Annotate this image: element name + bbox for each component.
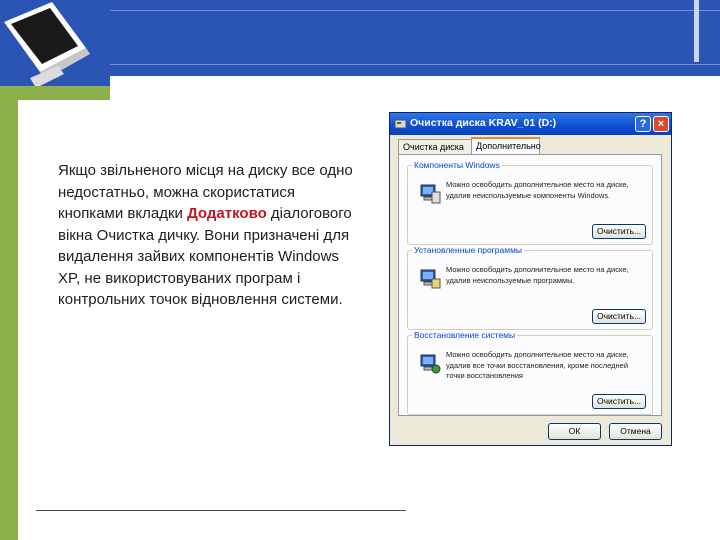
group-title: Компоненты Windows bbox=[412, 160, 502, 170]
dialog-titlebar: Очистка диска KRAV_01 (D:) ? × bbox=[390, 113, 671, 135]
monitor-logo-icon bbox=[0, 0, 110, 100]
tab-more-options[interactable]: Дополнительно bbox=[471, 137, 541, 155]
cleanup-programs-button[interactable]: Очистить... bbox=[592, 309, 646, 324]
help-button[interactable]: ? bbox=[635, 116, 651, 132]
header-rule-top bbox=[110, 10, 720, 11]
dialog-title: Очистка диска KRAV_01 (D:) bbox=[410, 117, 557, 129]
group-installed-programs: Установленные программы Можно освободить… bbox=[407, 245, 653, 330]
slide-body-text: Якщо звільненого місця на диску все одно… bbox=[58, 160, 358, 311]
group-description: Можно освободить дополнительное место на… bbox=[446, 180, 629, 200]
group-windows-components: Компоненты Windows Можно освободить допо… bbox=[407, 160, 653, 245]
left-accent-bar bbox=[0, 100, 18, 540]
disk-cleanup-dialog: Очистка диска KRAV_01 (D:) ? × Очистка д… bbox=[389, 112, 672, 446]
tab-disk-cleanup[interactable]: Очистка диска bbox=[398, 139, 472, 154]
programs-icon bbox=[420, 269, 441, 289]
group-title: Установленные программы bbox=[412, 245, 525, 255]
close-button[interactable]: × bbox=[653, 116, 669, 132]
disk-cleanup-icon bbox=[394, 119, 407, 129]
body-text-highlight: Додатково bbox=[187, 205, 267, 222]
computer-icon bbox=[420, 184, 441, 204]
system-restore-icon bbox=[420, 354, 441, 374]
footer-rule bbox=[36, 510, 406, 511]
cancel-button[interactable]: Отмена bbox=[609, 423, 662, 440]
ok-button[interactable]: ОК bbox=[548, 423, 601, 440]
group-system-restore: Восстановление системы Можно освободить … bbox=[407, 330, 653, 415]
cleanup-restore-button[interactable]: Очистить... bbox=[592, 394, 646, 409]
header-rule-bottom bbox=[110, 64, 720, 65]
header-vertical-rule bbox=[694, 0, 699, 62]
group-description: Можно освободить дополнительное место на… bbox=[446, 350, 629, 380]
group-description: Можно освободить дополнительное место на… bbox=[446, 265, 629, 285]
cleanup-components-button[interactable]: Очистить... bbox=[592, 224, 646, 239]
group-title: Восстановление системы bbox=[412, 330, 518, 340]
tab-panel: Компоненты Windows Можно освободить допо… bbox=[398, 154, 662, 416]
